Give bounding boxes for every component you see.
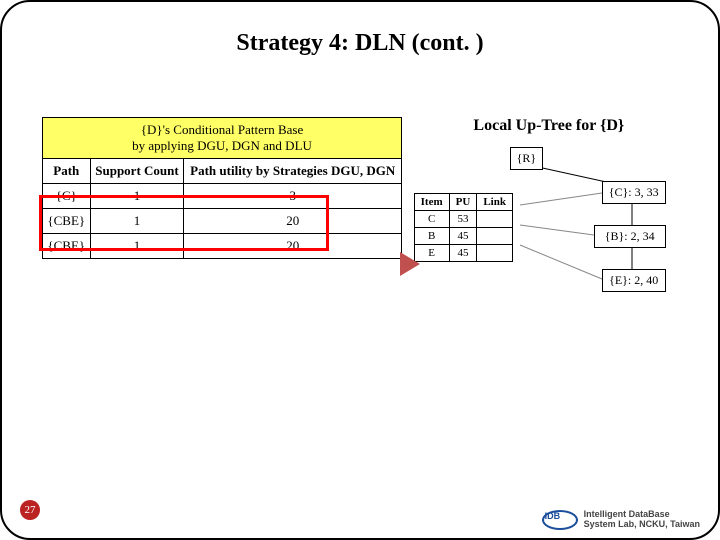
cell-pu-1: 45 — [449, 228, 477, 245]
cell-pu-2: 45 — [449, 245, 477, 262]
table-row: {CBE} 1 20 — [43, 209, 402, 234]
cpb-header-line1: {D}'s Conditional Pattern Base — [141, 122, 304, 137]
cpb-header-line2: by applying DGU, DGN and DLU — [132, 138, 312, 153]
footer: IDB Intelligent DataBase System Lab, NCK… — [542, 510, 700, 530]
cpb-table: {D}'s Conditional Pattern Base by applyi… — [42, 117, 402, 259]
cell-path-1: {CBE} — [43, 209, 91, 234]
cpb-col-utility: Path utility by Strategies DGU, DGN — [184, 159, 402, 184]
tree-node-root: {R} — [510, 147, 544, 170]
table-row: {C} 1 3 — [43, 184, 402, 209]
tree-node-c: {C}: 3, 33 — [602, 181, 666, 204]
item-col-item: Item — [414, 194, 449, 211]
footer-logo-text: IDB — [545, 511, 561, 521]
footer-logo-icon: IDB — [542, 510, 578, 530]
table-row: C 53 — [414, 211, 512, 228]
uptree-title: Local Up-Tree for {D} — [420, 117, 678, 135]
table-row: {CBE} 1 20 — [43, 234, 402, 259]
cell-pu-0: 53 — [449, 211, 477, 228]
cell-utility-1: 20 — [184, 209, 402, 234]
left-panel: {D}'s Conditional Pattern Base by applyi… — [42, 117, 410, 345]
cell-utility-0: 3 — [184, 184, 402, 209]
cpb-col-path: Path — [43, 159, 91, 184]
cell-utility-2: 20 — [184, 234, 402, 259]
cell-support-1: 1 — [90, 209, 184, 234]
footer-text: Intelligent DataBase System Lab, NCKU, T… — [584, 510, 700, 530]
cell-item-0: C — [414, 211, 449, 228]
cell-support-2: 1 — [90, 234, 184, 259]
cell-support-0: 1 — [90, 184, 184, 209]
tree-node-b: {B}: 2, 34 — [594, 225, 666, 248]
footer-line2: System Lab, NCKU, Taiwan — [584, 520, 700, 530]
cell-link-2 — [477, 245, 513, 262]
slide-title: Strategy 4: DLN (cont. ) — [2, 30, 718, 57]
content-area: {D}'s Conditional Pattern Base by applyi… — [2, 117, 718, 345]
arrow-icon — [400, 252, 440, 272]
cpb-header: {D}'s Conditional Pattern Base by applyi… — [43, 118, 402, 159]
right-panel: Local Up-Tree for {D} {R} {C}: 3, 33 {B}… — [420, 117, 678, 345]
page-number-badge: 27 — [20, 500, 40, 520]
cell-path-0: {C} — [43, 184, 91, 209]
slide-frame: Strategy 4: DLN (cont. ) {D}'s Condition… — [0, 0, 720, 540]
item-col-link: Link — [477, 194, 513, 211]
item-col-pu: PU — [449, 194, 477, 211]
cell-link-0 — [477, 211, 513, 228]
cell-item-1: B — [414, 228, 449, 245]
cpb-col-support: Support Count — [90, 159, 184, 184]
table-row: B 45 — [414, 228, 512, 245]
cell-path-2: {CBE} — [43, 234, 91, 259]
cell-link-1 — [477, 228, 513, 245]
tree-diagram: {R} {C}: 3, 33 {B}: 2, 34 {E}: 2, 40 Ite… — [420, 145, 678, 345]
tree-node-e: {E}: 2, 40 — [602, 269, 666, 292]
